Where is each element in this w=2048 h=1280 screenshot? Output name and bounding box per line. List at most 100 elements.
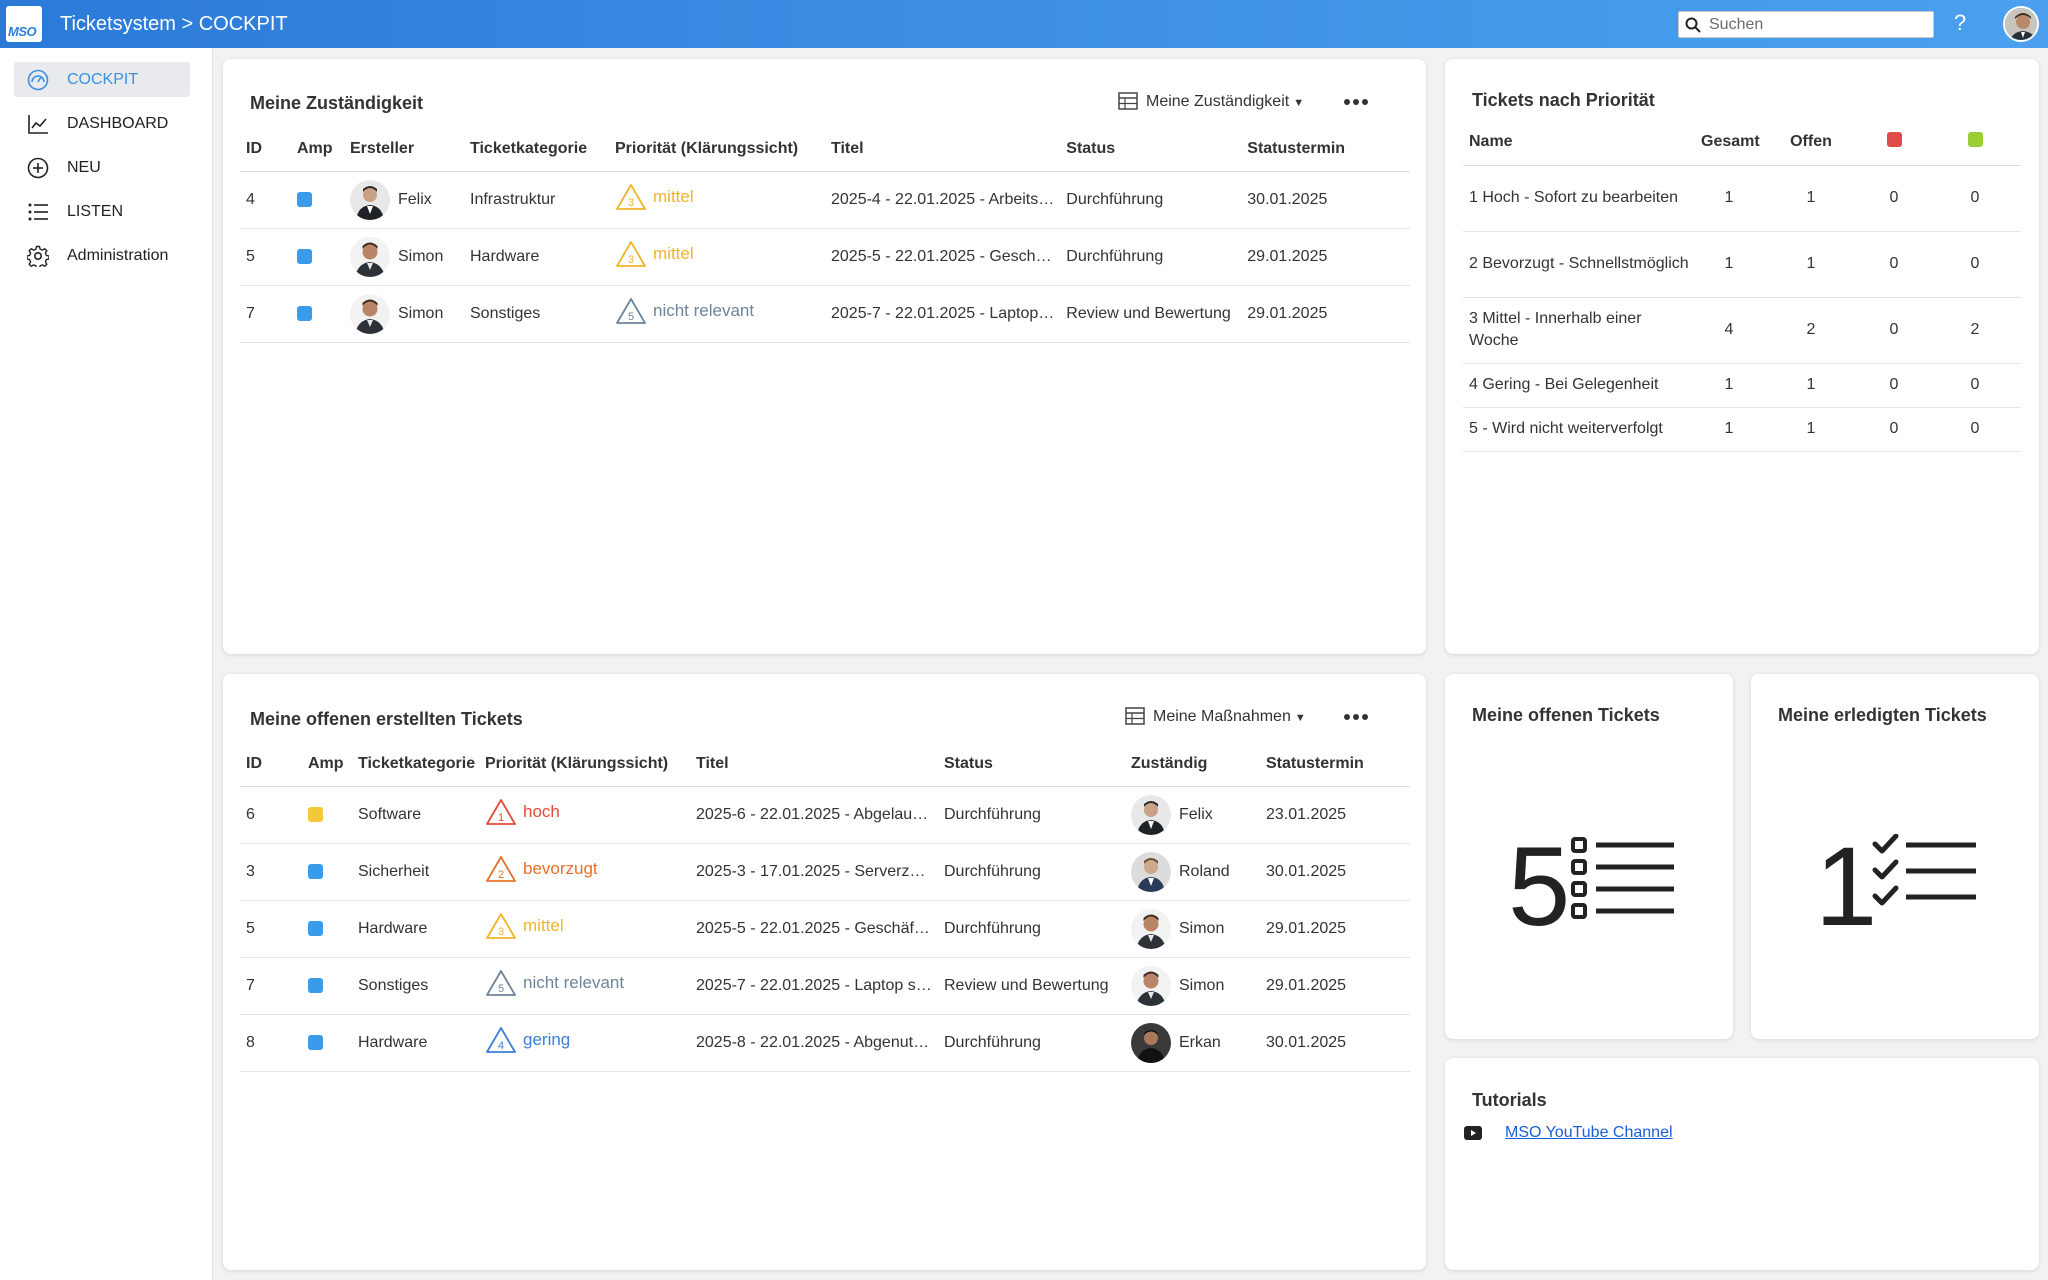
cell-name: 3 Mittel - Innerhalb einer Woche — [1463, 297, 1695, 364]
youtube-channel-link[interactable]: MSO YouTube Channel — [1505, 1124, 1673, 1142]
priority-label: nicht relevant — [653, 301, 755, 320]
col-header[interactable]: Ticketkategorie — [464, 127, 609, 172]
cell-status: Review und Bewertung — [1060, 285, 1242, 343]
col-header[interactable]: Ersteller — [344, 127, 464, 172]
col-header[interactable]: Amp — [302, 742, 352, 787]
panel-title: Tickets nach Priorität — [1472, 90, 1655, 110]
list-icon — [1571, 837, 1674, 919]
cell-status: Durchführung — [1060, 171, 1242, 229]
cell-title: 2025-5 - 22.01.2025 - Geschäft… — [690, 900, 938, 958]
cell-red: 0 — [1859, 231, 1929, 298]
table-row[interactable]: 7 Simon Sonstiges 5 nicht relevant 2025-7… — [240, 285, 1410, 343]
avatar — [350, 236, 390, 277]
col-header[interactable]: ID — [240, 127, 291, 172]
sidebar-item-cockpit[interactable]: COCKPIT — [14, 62, 190, 97]
cell-red: 0 — [1859, 363, 1929, 408]
sidebar-item-administration[interactable]: Administration — [14, 238, 190, 273]
list-icon — [28, 203, 48, 221]
table-row[interactable]: 5 Hardware 3 mittel 2025-5 - 22.01.2025 -… — [240, 900, 1410, 958]
cell-amp — [291, 171, 344, 229]
help-icon[interactable]: ? — [1954, 10, 1966, 36]
table-row[interactable]: 8 Hardware 4 gering 2025-8 - 22.01.2025 -… — [240, 1014, 1410, 1072]
cell-id: 8 — [240, 1014, 302, 1072]
sidebar-item-neu[interactable]: NEU — [14, 150, 190, 185]
view-selector-label: Meine Zuständigkeit — [1146, 93, 1290, 110]
amp-indicator — [308, 806, 323, 822]
cell-name: 5 - Wird nicht weiterverfolgt — [1463, 407, 1695, 452]
table-row[interactable]: 5 - Wird nicht weiterverfolgt 1 1 0 0 — [1463, 407, 2021, 452]
mso-logo[interactable]: MSO — [6, 6, 42, 42]
col-header-green-flag[interactable] — [1929, 119, 2021, 166]
app-title-breadcrumb: Ticketsystem > COCKPIT — [60, 13, 288, 35]
col-header-red-flag[interactable] — [1859, 119, 1929, 166]
panel-title: Meine Zuständigkeit — [250, 93, 424, 113]
table-row[interactable]: 2 Bevorzugt - Schnellstmöglich 1 1 0 0 — [1463, 231, 2021, 298]
sidebar-item-label: DASHBOARD — [67, 115, 169, 132]
cell-red: 0 — [1859, 297, 1929, 364]
col-header[interactable]: Name — [1463, 119, 1695, 166]
cell-id: 4 — [240, 171, 291, 229]
view-selector[interactable]: Meine Maßnahmen ▼ — [1125, 707, 1306, 726]
cell-priority: 3 mittel — [479, 900, 690, 958]
table-row[interactable]: 7 Sonstiges 5 nicht relevant 2025-7 - 22.… — [240, 957, 1410, 1015]
table-row[interactable]: 5 Simon Hardware 3 mittel 2025-5 - 22.01.… — [240, 228, 1410, 286]
svg-text:3: 3 — [498, 926, 504, 938]
cell-green: 2 — [1929, 297, 2021, 364]
more-options-icon[interactable] — [1344, 92, 1370, 112]
cell-id: 3 — [240, 843, 302, 901]
table-row[interactable]: 3 Sicherheit 2 bevorzugt 2025-3 - 17.01.2… — [240, 843, 1410, 901]
more-options-icon[interactable] — [1344, 707, 1370, 727]
panel-title: Meine erledigten Tickets — [1778, 705, 1987, 725]
col-header[interactable]: Ticketkategorie — [352, 742, 479, 787]
priority-label: bevorzugt — [523, 859, 598, 878]
amp-indicator — [297, 191, 312, 207]
sidebar-item-dashboard[interactable]: DASHBOARD — [14, 106, 190, 141]
table-row[interactable]: 6 Software 1 hoch 2025-6 - 22.01.2025 - A… — [240, 786, 1410, 844]
table-row[interactable]: 1 Hoch - Sofort zu bearbeiten 1 1 0 0 — [1463, 165, 2021, 232]
warning-triangle-icon: 2 — [486, 856, 516, 882]
table-row[interactable]: 4 Gering - Bei Gelegenheit 1 1 0 0 — [1463, 363, 2021, 408]
cell-date: 29.01.2025 — [1260, 900, 1410, 958]
cell-title: 2025-7 - 22.01.2025 - Laptop… — [825, 285, 1061, 343]
table-row[interactable]: 3 Mittel - Innerhalb einer Woche 4 2 0 2 — [1463, 297, 2021, 364]
table-icon — [1125, 707, 1145, 725]
cell-assignee: Simon — [1125, 957, 1260, 1015]
cell-priority: 1 hoch — [479, 786, 690, 844]
col-header[interactable]: Status — [1060, 127, 1242, 172]
col-header[interactable]: Titel — [690, 742, 938, 787]
cell-green: 0 — [1929, 231, 2021, 298]
cell-amp — [302, 843, 352, 901]
creator-name: Simon — [398, 247, 444, 265]
view-selector[interactable]: Meine Zuständigkeit ▼ — [1118, 92, 1304, 111]
search-input[interactable] — [1709, 14, 1929, 36]
col-header[interactable]: Statustermin — [1260, 742, 1410, 787]
user-avatar[interactable] — [2003, 6, 2039, 42]
col-header[interactable]: Statustermin — [1241, 127, 1410, 172]
sidebar-item-label: NEU — [67, 159, 101, 176]
top-bar: MSO Ticketsystem > COCKPIT ? — [0, 0, 2048, 48]
col-header[interactable]: Status — [938, 742, 1125, 787]
col-header[interactable]: Amp — [291, 127, 344, 172]
col-header[interactable]: Titel — [825, 127, 1061, 172]
cell-title: 2025-6 - 22.01.2025 - Abgelauf… — [690, 786, 938, 844]
cell-priority: 4 gering — [479, 1014, 690, 1072]
search-box[interactable] — [1678, 11, 1934, 38]
assignee-name: Simon — [1179, 976, 1225, 994]
svg-text:2: 2 — [498, 869, 504, 881]
cell-category: Hardware — [352, 1014, 479, 1072]
col-header[interactable]: Priorität (Klärungssicht) — [479, 742, 690, 787]
col-header[interactable]: Gesamt — [1695, 119, 1763, 166]
col-header[interactable]: ID — [240, 742, 302, 787]
sidebar-item-label: Administration — [67, 247, 169, 264]
cell-assignee: Erkan — [1125, 1014, 1260, 1072]
cell-red: 0 — [1859, 407, 1929, 452]
sidebar-item-listen[interactable]: LISTEN — [14, 194, 190, 229]
cell-priority: 5 nicht relevant — [609, 285, 825, 343]
cell-id: 7 — [240, 957, 302, 1015]
cell-amp — [302, 1014, 352, 1072]
col-header[interactable]: Offen — [1763, 119, 1859, 166]
cell-status: Durchführung — [938, 786, 1125, 844]
table-row[interactable]: 4 Felix Infrastruktur 3 mittel 2025-4 - 2… — [240, 171, 1410, 229]
col-header[interactable]: Priorität (Klärungssicht) — [609, 127, 825, 172]
col-header[interactable]: Zuständig — [1125, 742, 1260, 787]
